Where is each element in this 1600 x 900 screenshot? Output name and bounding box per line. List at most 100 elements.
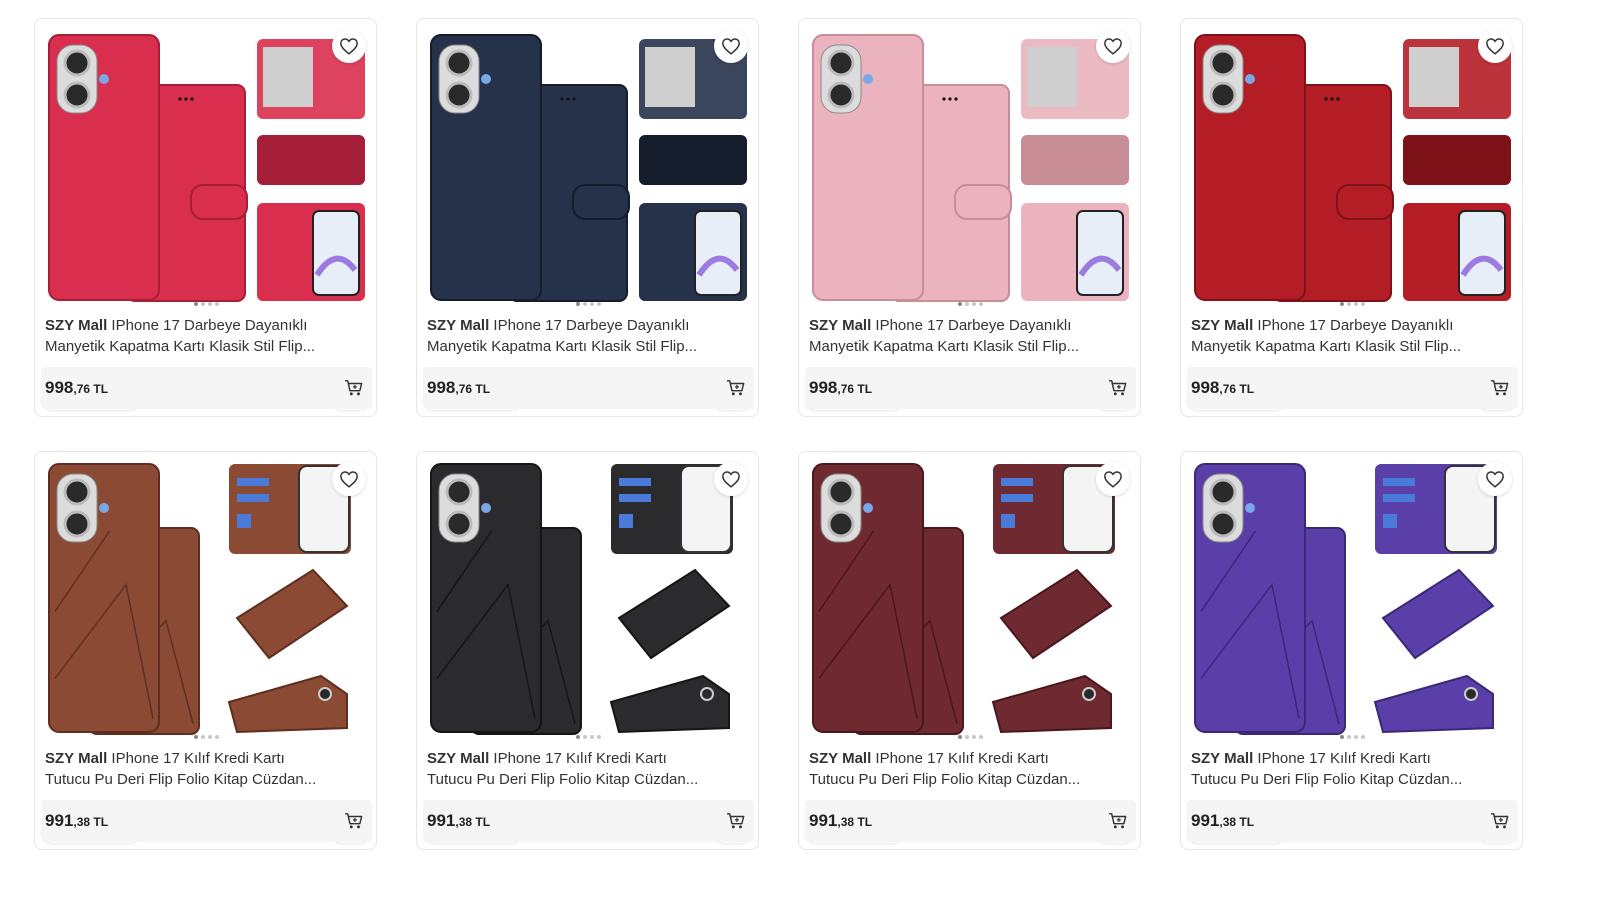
carousel-dots [799, 735, 1140, 739]
price-decimal: ,38 TL [837, 815, 873, 829]
title-line-2: Tutucu Pu Deri Flip Folio Kitap Cüzdan..… [427, 771, 699, 788]
brand-name: SZY Mall [45, 750, 108, 767]
price-decimal: ,38 TL [73, 815, 109, 829]
product-title[interactable]: SZY Mall IPhone 17 Darbeye Dayanıklı Man… [1191, 315, 1513, 357]
add-to-cart-icon[interactable] [1108, 812, 1128, 830]
product-image[interactable] [805, 25, 1136, 309]
price: 998,76 TL [809, 378, 872, 398]
title-line-2: Manyetik Kapatma Kartı Klasik Stil Flip.… [1191, 338, 1462, 355]
price-bar: 991,38 TL [1187, 800, 1518, 842]
favorite-heart-icon[interactable] [332, 462, 366, 496]
price-main: 998 [45, 378, 74, 397]
product-title[interactable]: SZY Mall IPhone 17 Darbeye Dayanıklı Man… [427, 315, 749, 357]
price-decimal: ,38 TL [1219, 815, 1255, 829]
title-line-1: IPhone 17 Kılıf Kredi Kartı [111, 750, 285, 767]
title-line-1: IPhone 17 Kılıf Kredi Kartı [1257, 750, 1431, 767]
title-line-2: Manyetik Kapatma Kartı Klasik Stil Flip.… [45, 338, 316, 355]
add-to-cart-icon[interactable] [1108, 379, 1128, 397]
carousel-dots [799, 302, 1140, 306]
price: 991,38 TL [45, 811, 108, 831]
product-image[interactable] [41, 458, 372, 742]
carousel-dots [35, 302, 376, 306]
title-line-1: IPhone 17 Darbeye Dayanıklı [111, 317, 308, 334]
title-line-1: IPhone 17 Kılıf Kredi Kartı [875, 750, 1049, 767]
title-line-2: Tutucu Pu Deri Flip Folio Kitap Cüzdan..… [1191, 771, 1463, 788]
product-card-6[interactable]: Yurt dışından 6 SZY Mall IPhone 17 Kılıf… [416, 451, 759, 850]
favorite-heart-icon[interactable] [1096, 462, 1130, 496]
product-card-2[interactable]: Yurt dışından 5 SZY Mall IPhone 17 Darbe… [416, 18, 759, 417]
favorite-heart-icon[interactable] [714, 462, 748, 496]
price-main: 991 [45, 811, 74, 830]
brand-name: SZY Mall [1191, 317, 1254, 334]
title-line-1: IPhone 17 Darbeye Dayanıklı [493, 317, 690, 334]
add-to-cart-icon[interactable] [726, 379, 746, 397]
product-title[interactable]: SZY Mall IPhone 17 Kılıf Kredi Kartı Tut… [1191, 748, 1513, 790]
add-to-cart-icon[interactable] [344, 812, 364, 830]
price-bar: 991,38 TL [423, 800, 754, 842]
title-line-2: Tutucu Pu Deri Flip Folio Kitap Cüzdan..… [809, 771, 1081, 788]
price-main: 998 [809, 378, 838, 397]
title-line-1: IPhone 17 Darbeye Dayanıklı [1257, 317, 1454, 334]
product-card-8[interactable]: Yurt dışından 6 SZY Mall IPhone 17 Kılıf… [1180, 451, 1523, 850]
price-main: 998 [1191, 378, 1220, 397]
product-card-3[interactable]: Yurt dışından 5 SZY Mall IPhone 17 Darbe… [798, 18, 1141, 417]
favorite-heart-icon[interactable] [1096, 29, 1130, 63]
price: 998,76 TL [45, 378, 108, 398]
add-to-cart-icon[interactable] [1490, 812, 1510, 830]
carousel-dots [1181, 302, 1522, 306]
price-main: 991 [427, 811, 456, 830]
price-bar: 998,76 TL [1187, 367, 1518, 409]
title-line-2: Manyetik Kapatma Kartı Klasik Stil Flip.… [809, 338, 1080, 355]
price-decimal: ,38 TL [455, 815, 491, 829]
price: 991,38 TL [809, 811, 872, 831]
brand-name: SZY Mall [427, 750, 490, 767]
favorite-heart-icon[interactable] [714, 29, 748, 63]
price: 998,76 TL [427, 378, 490, 398]
price-bar: 998,76 TL [41, 367, 372, 409]
product-card-4[interactable]: Yurt dışından 5 SZY Mall IPhone 17 Darbe… [1180, 18, 1523, 417]
add-to-cart-icon[interactable] [344, 379, 364, 397]
title-line-2: Manyetik Kapatma Kartı Klasik Stil Flip.… [427, 338, 698, 355]
product-title[interactable]: SZY Mall IPhone 17 Kılıf Kredi Kartı Tut… [809, 748, 1131, 790]
product-card-1[interactable]: Yurt dışından 5 SZY Mall IPhone 17 Darbe… [34, 18, 377, 417]
favorite-heart-icon[interactable] [332, 29, 366, 63]
product-title[interactable]: SZY Mall IPhone 17 Kılıf Kredi Kartı Tut… [45, 748, 367, 790]
price-bar: 998,76 TL [805, 367, 1136, 409]
product-image[interactable] [423, 458, 754, 742]
price-decimal: ,76 TL [1219, 382, 1255, 396]
price-main: 998 [427, 378, 456, 397]
product-image[interactable] [1187, 25, 1518, 309]
price-bar: 991,38 TL [805, 800, 1136, 842]
product-image[interactable] [41, 25, 372, 309]
price-bar: 991,38 TL [41, 800, 372, 842]
product-card-7[interactable]: Yurt dışından 6 SZY Mall IPhone 17 Kılıf… [798, 451, 1141, 850]
price: 991,38 TL [427, 811, 490, 831]
price: 991,38 TL [1191, 811, 1254, 831]
product-image[interactable] [1187, 458, 1518, 742]
carousel-dots [35, 735, 376, 739]
product-grid: Yurt dışından 5 SZY Mall IPhone 17 Darbe… [34, 18, 1523, 850]
favorite-heart-icon[interactable] [1478, 29, 1512, 63]
brand-name: SZY Mall [809, 750, 872, 767]
product-image[interactable] [805, 458, 1136, 742]
price-decimal: ,76 TL [837, 382, 873, 396]
price: 998,76 TL [1191, 378, 1254, 398]
title-line-1: IPhone 17 Darbeye Dayanıklı [875, 317, 1072, 334]
product-card-5[interactable]: Yurt dışından 6 SZY Mall IPhone 17 Kılıf… [34, 451, 377, 850]
carousel-dots [417, 735, 758, 739]
favorite-heart-icon[interactable] [1478, 462, 1512, 496]
product-title[interactable]: SZY Mall IPhone 17 Darbeye Dayanıklı Man… [809, 315, 1131, 357]
title-line-2: Tutucu Pu Deri Flip Folio Kitap Cüzdan..… [45, 771, 317, 788]
price-bar: 998,76 TL [423, 367, 754, 409]
price-main: 991 [809, 811, 838, 830]
price-main: 991 [1191, 811, 1220, 830]
brand-name: SZY Mall [1191, 750, 1254, 767]
product-title[interactable]: SZY Mall IPhone 17 Kılıf Kredi Kartı Tut… [427, 748, 749, 790]
carousel-dots [417, 302, 758, 306]
add-to-cart-icon[interactable] [726, 812, 746, 830]
price-decimal: ,76 TL [455, 382, 491, 396]
add-to-cart-icon[interactable] [1490, 379, 1510, 397]
product-image[interactable] [423, 25, 754, 309]
product-title[interactable]: SZY Mall IPhone 17 Darbeye Dayanıklı Man… [45, 315, 367, 357]
brand-name: SZY Mall [45, 317, 108, 334]
